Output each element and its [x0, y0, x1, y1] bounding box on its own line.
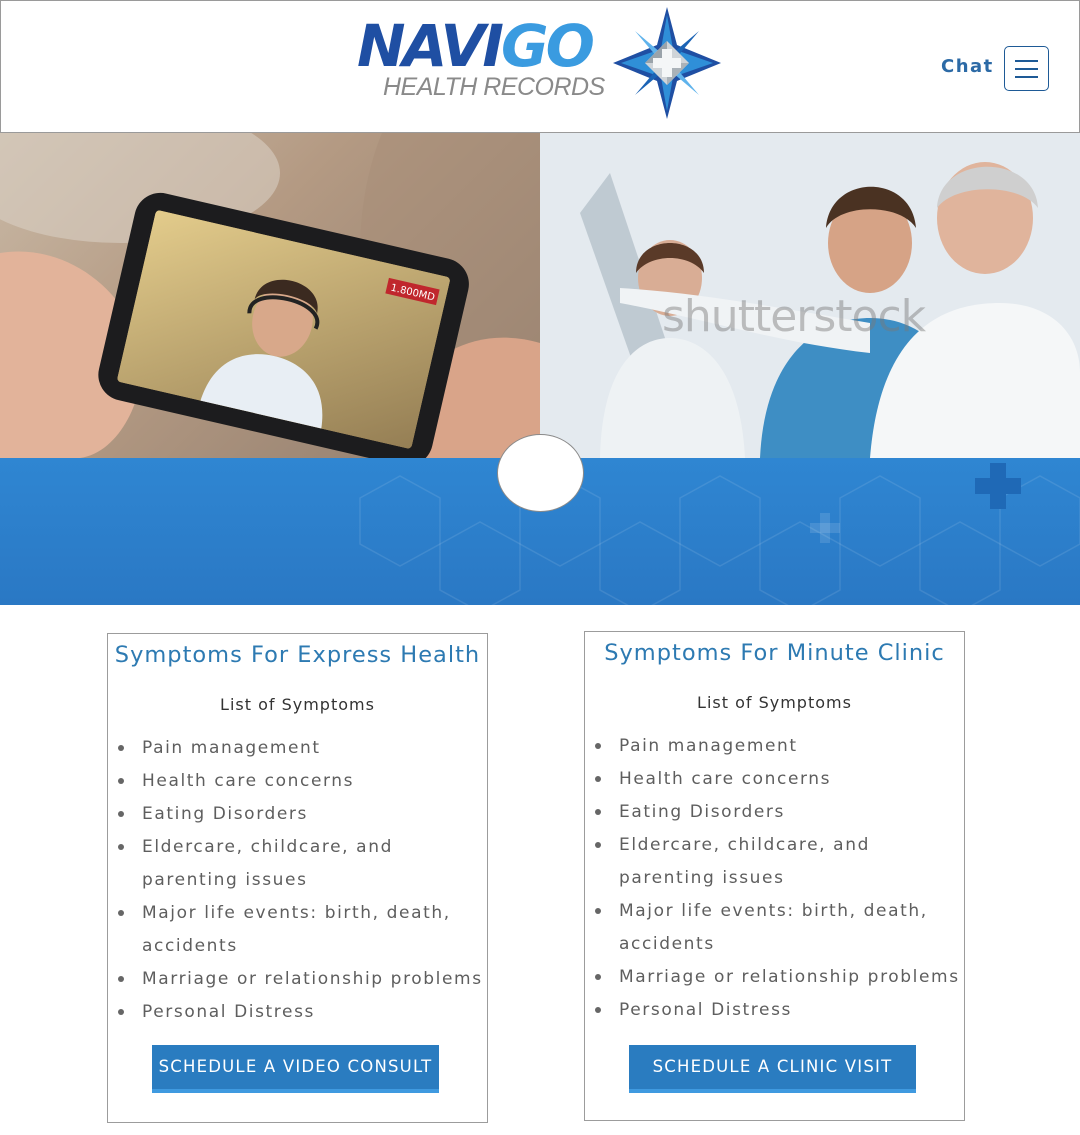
- card-subtitle: List of Symptoms: [697, 693, 852, 712]
- logo-wordmark: NAVIGO: [357, 12, 595, 80]
- symptom-list: Pain management Health care concerns Eat…: [118, 732, 483, 1029]
- list-item: Marriage or relationship problems: [595, 961, 960, 994]
- list-item: Pain management: [118, 732, 483, 765]
- medical-cross-icon: [975, 463, 1021, 509]
- list-item: Personal Distress: [595, 994, 960, 1027]
- symptom-list: Pain management Health care concerns Eat…: [595, 730, 960, 1027]
- card-subtitle: List of Symptoms: [220, 695, 375, 714]
- list-item: Marriage or relationship problems: [118, 963, 483, 996]
- list-item: Major life events: birth, death, acciden…: [118, 897, 483, 963]
- chat-link[interactable]: Chat: [941, 56, 994, 77]
- list-item: Personal Distress: [118, 996, 483, 1029]
- navigo-logo[interactable]: NAVIGO HEALTH RECORDS: [353, 5, 725, 123]
- list-item: Eldercare, childcare, and parenting issu…: [118, 831, 483, 897]
- list-item: Health care concerns: [118, 765, 483, 798]
- list-item: Major life events: birth, death, acciden…: [595, 895, 960, 961]
- schedule-video-consult-button[interactable]: SCHEDULE A VIDEO CONSULT: [152, 1045, 439, 1093]
- hero-banner: 1.800MD shutterstock: [0, 133, 1080, 458]
- list-item: Eating Disorders: [595, 796, 960, 829]
- express-health-card: Symptoms For Express Health List of Symp…: [107, 633, 488, 1123]
- list-item: Pain management: [595, 730, 960, 763]
- hamburger-menu-icon: [1015, 60, 1038, 62]
- stock-watermark: shutterstock: [662, 291, 926, 342]
- card-title: Symptoms For Express Health: [114, 642, 481, 668]
- site-header: NAVIGO HEALTH RECORDS Chat: [0, 0, 1080, 133]
- card-title: Symptoms For Minute Clinic: [604, 640, 945, 666]
- minute-clinic-card: Symptoms For Minute Clinic List of Sympt…: [584, 631, 965, 1121]
- hamburger-menu-button[interactable]: [1004, 46, 1049, 91]
- center-circle-badge: [497, 434, 584, 512]
- logo-subtitle: HEALTH RECORDS: [383, 73, 605, 101]
- telehealth-illustration: 1.800MD: [0, 133, 540, 458]
- telehealth-video-call-image: 1.800MD: [0, 133, 540, 458]
- schedule-clinic-visit-button[interactable]: SCHEDULE A CLINIC VISIT: [629, 1045, 916, 1093]
- list-item: Health care concerns: [595, 763, 960, 796]
- list-item: Eldercare, childcare, and parenting issu…: [595, 829, 960, 895]
- list-item: Eating Disorders: [118, 798, 483, 831]
- compass-star-icon: [613, 7, 721, 119]
